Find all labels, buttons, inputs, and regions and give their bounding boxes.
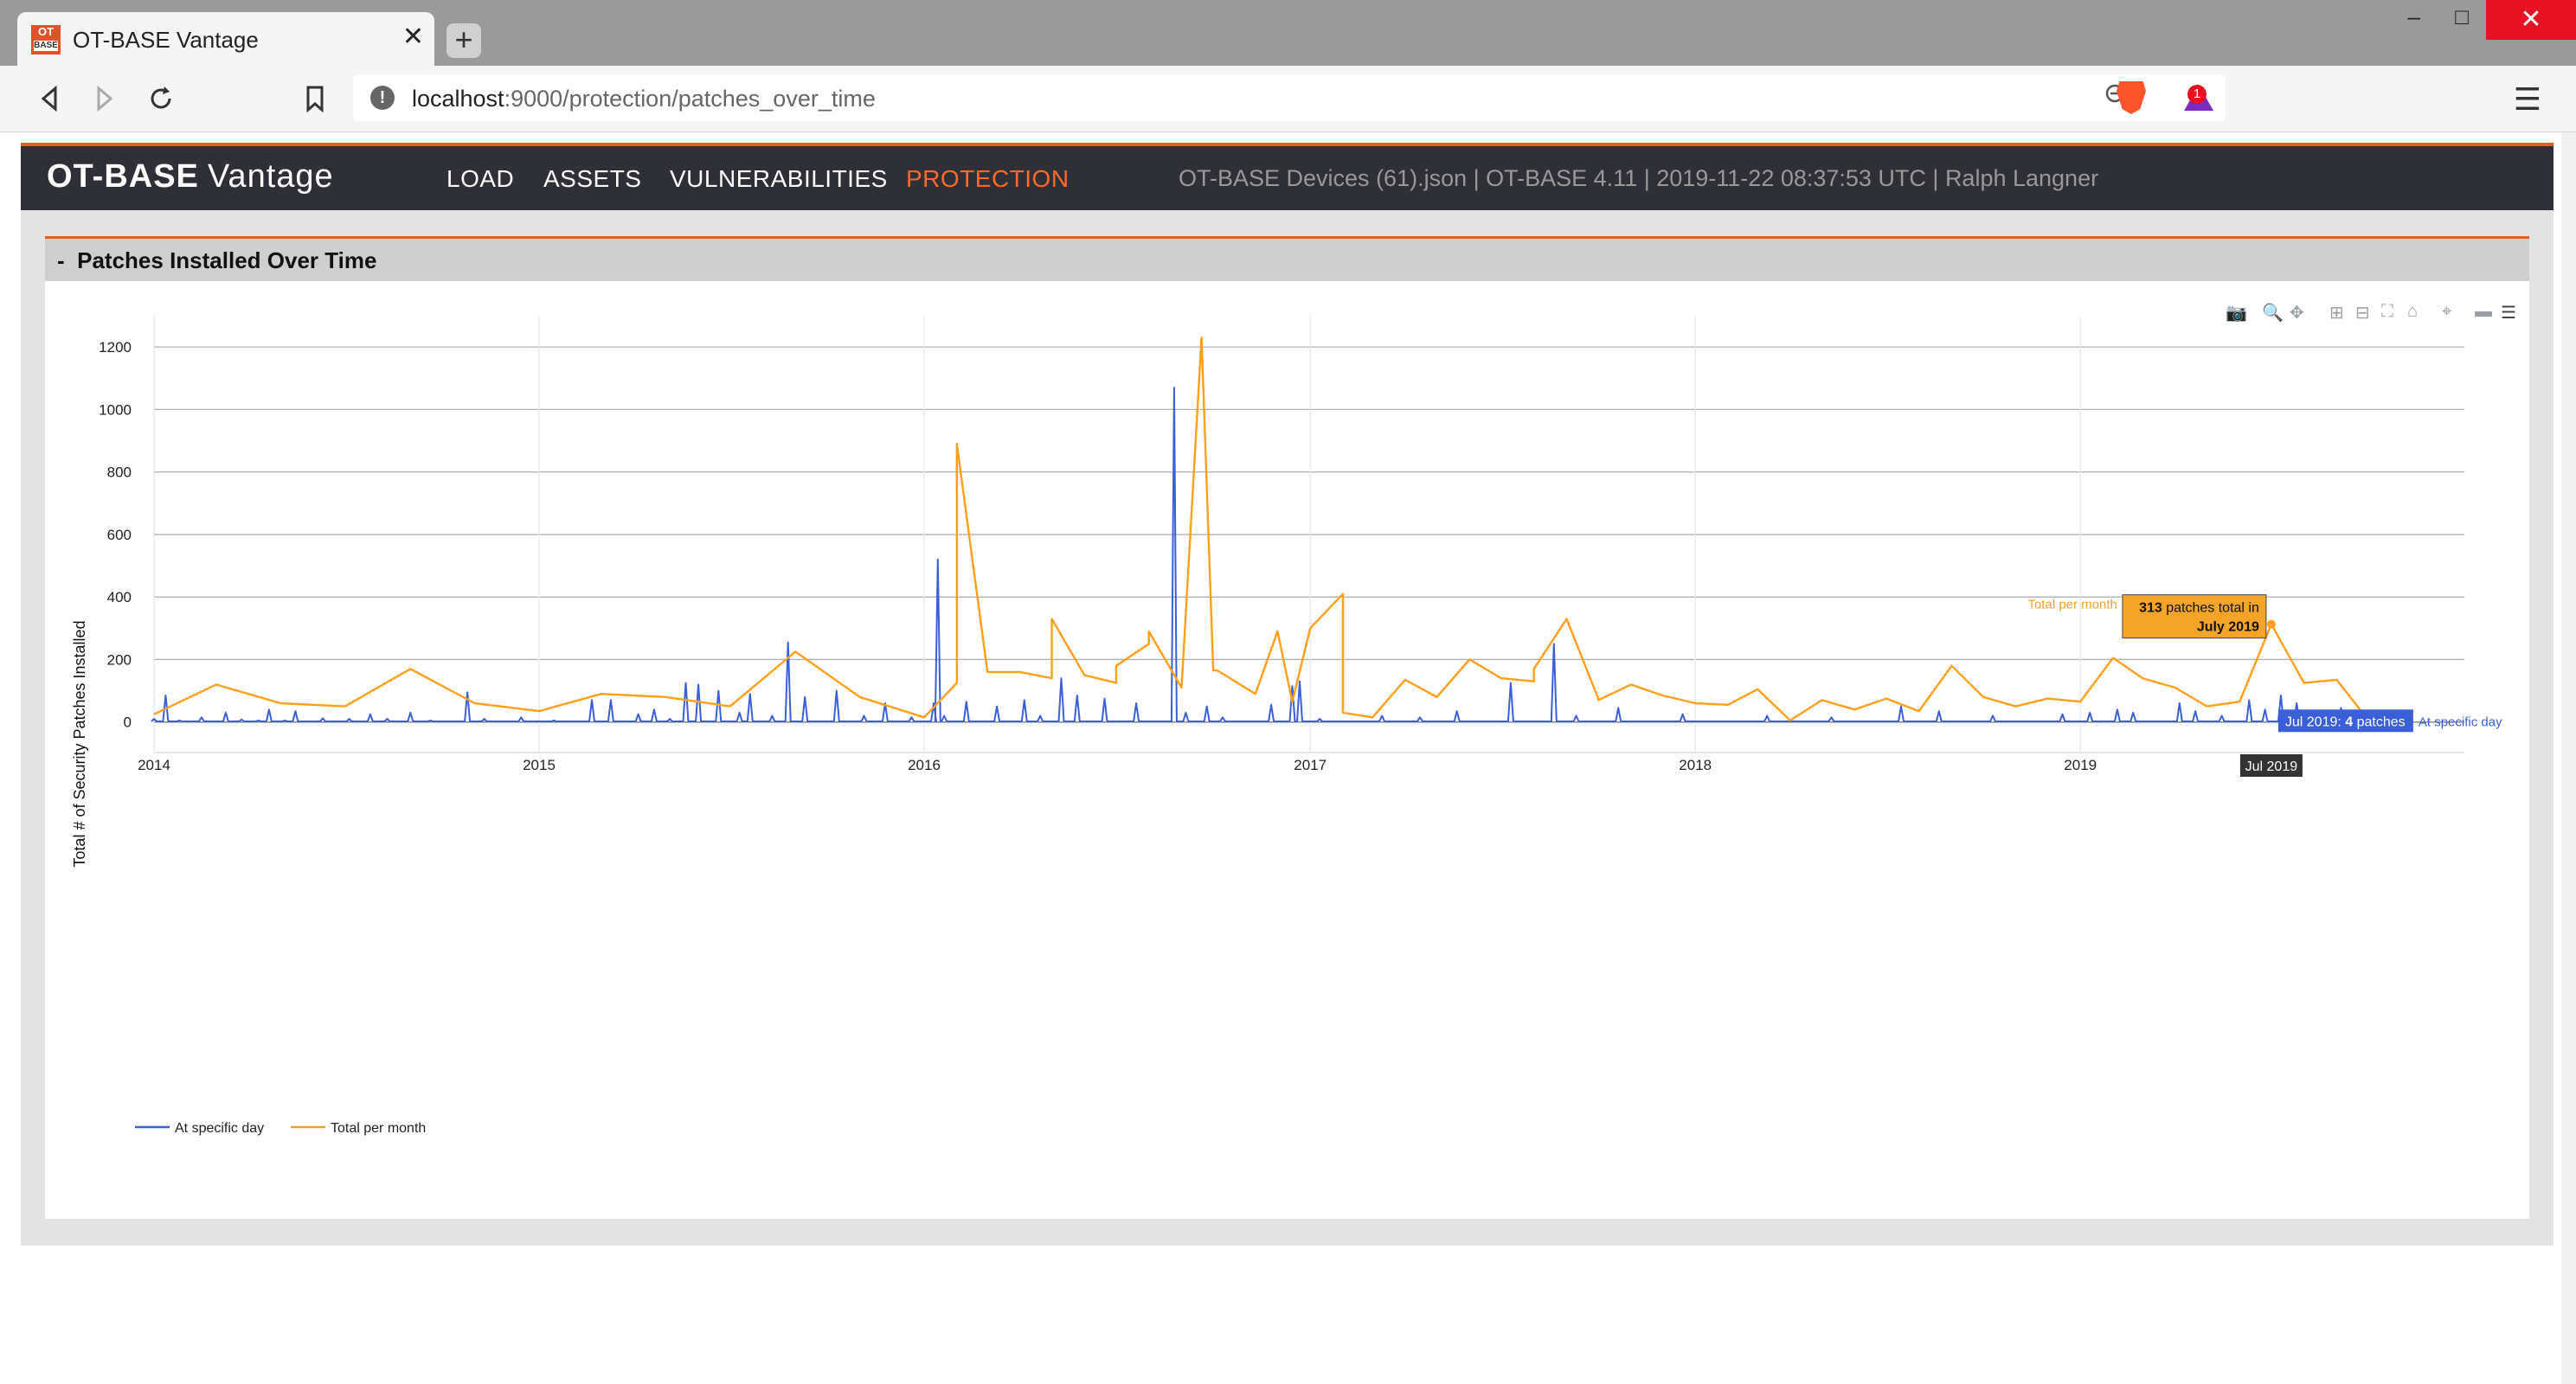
hover-blue-name: At specific day bbox=[2419, 714, 2502, 729]
bookmark-button[interactable] bbox=[298, 81, 332, 116]
window-maximize-button[interactable]: □ bbox=[2455, 3, 2469, 30]
y-tick-label: 400 bbox=[107, 589, 132, 606]
nav-load[interactable]: LOAD bbox=[446, 165, 514, 193]
address-bar[interactable]: ! localhost:9000/protection/patches_over… bbox=[353, 74, 2226, 121]
forward-icon bbox=[97, 85, 113, 112]
hover-blue-text: Jul 2019: 4 patches bbox=[2285, 714, 2406, 729]
app-favicon-icon: OT BASE bbox=[31, 25, 61, 54]
hover-orange-line1: 313 patches total in bbox=[2139, 601, 2259, 616]
dataset-info: OT-BASE Devices (61).json | OT-BASE 4.11… bbox=[1179, 165, 2099, 191]
tab-title: OT-BASE Vantage bbox=[73, 27, 259, 53]
browser-tab[interactable]: OT BASE OT-BASE Vantage ✕ bbox=[17, 12, 434, 66]
patches-chart[interactable]: 020040060080010001200 2014 2015 2016 2017 20… bbox=[45, 281, 2529, 1207]
legend-item-label: Total per month bbox=[331, 1121, 426, 1136]
y-tick-label: 800 bbox=[107, 465, 132, 481]
y-tick-label: 1000 bbox=[99, 401, 132, 418]
panel-title: - Patches Installed Over Time bbox=[57, 247, 377, 273]
y-axis-label: Total # of Security Patches Installed bbox=[71, 620, 88, 867]
hover-point-orange bbox=[2266, 619, 2276, 629]
url-text[interactable]: localhost:9000/protection/patches_over_t… bbox=[412, 86, 876, 112]
y-tick-label: 1200 bbox=[99, 339, 132, 356]
chart-panel: - Patches Installed Over Time 📷 🔍 ✥ ⊞ ⊟ … bbox=[45, 236, 2529, 1219]
app-container: OT-BASE Vantage LOAD ASSETS VULNERABILITI… bbox=[21, 143, 2554, 1246]
new-tab-button[interactable]: + bbox=[446, 23, 481, 58]
nav-assets[interactable]: ASSETS bbox=[543, 165, 641, 193]
rewards-badge: 1 bbox=[2187, 85, 2207, 104]
hover-orange-name: Total per month bbox=[2027, 598, 2117, 612]
reload-icon bbox=[151, 86, 171, 109]
y-tick-label: 600 bbox=[107, 527, 132, 543]
legend-item-label: At specific day bbox=[175, 1121, 264, 1136]
y-tick-label: 0 bbox=[124, 714, 132, 731]
forward-button[interactable] bbox=[87, 81, 121, 116]
reload-button[interactable] bbox=[144, 81, 178, 116]
panel-header[interactable]: - Patches Installed Over Time bbox=[45, 236, 2529, 281]
chart-hover: 313 patches total in July 2019 Total per m… bbox=[2027, 594, 2502, 777]
x-tick-label: 2016 bbox=[908, 757, 941, 773]
bookmark-icon bbox=[306, 86, 324, 113]
chart-gridlines bbox=[153, 316, 2464, 753]
back-icon bbox=[41, 85, 57, 112]
x-tick-label: 2018 bbox=[1679, 757, 1712, 773]
brand-logo[interactable]: OT-BASE Vantage bbox=[47, 158, 334, 195]
series-line-at-specific-day bbox=[151, 387, 2372, 722]
chart-series bbox=[151, 336, 2372, 722]
y-axis-ticks: 0 200 400 600 800 1000 1200 bbox=[99, 339, 132, 731]
y-tick-label: 200 bbox=[107, 651, 132, 668]
nav-vulnerabilities[interactable]: VULNERABILITIES bbox=[670, 165, 888, 193]
window-minimize-button[interactable]: – bbox=[2408, 3, 2420, 30]
page-scrollbar[interactable] bbox=[2561, 132, 2576, 1384]
x-tick-label: 2014 bbox=[138, 757, 170, 773]
window-close-button[interactable]: ✕ bbox=[2486, 0, 2576, 40]
x-tick-label: 2019 bbox=[2064, 757, 2097, 773]
hover-orange-line2: July 2019 bbox=[2197, 620, 2259, 635]
collapse-toggle[interactable]: - bbox=[57, 247, 65, 273]
series-line-total-per-month bbox=[153, 336, 2370, 722]
x-tick-label: 2017 bbox=[1294, 757, 1327, 773]
browser-toolbar: ! localhost:9000/protection/patches_over… bbox=[0, 66, 2576, 132]
browser-tab-bar: OT BASE OT-BASE Vantage ✕ + – □ ✕ bbox=[0, 0, 2576, 66]
back-button[interactable] bbox=[33, 81, 67, 116]
x-tick-label: 2015 bbox=[523, 757, 556, 773]
hover-x-label: Jul 2019 bbox=[2245, 759, 2298, 774]
tab-close-icon[interactable]: ✕ bbox=[402, 22, 424, 52]
app-navbar: OT-BASE Vantage LOAD ASSETS VULNERABILITI… bbox=[21, 143, 2554, 210]
brave-rewards-icon[interactable]: 1 bbox=[2182, 83, 2215, 112]
site-info-icon[interactable]: ! bbox=[370, 86, 395, 110]
chart-legend: At specific day Total per month bbox=[135, 1121, 426, 1136]
browser-menu-icon[interactable]: ☰ bbox=[2514, 81, 2541, 118]
x-axis-ticks: 2014 2015 2016 2017 2018 2019 bbox=[138, 757, 2097, 773]
nav-protection[interactable]: PROTECTION bbox=[906, 165, 1070, 193]
page-viewport: OT-BASE Vantage LOAD ASSETS VULNERABILITI… bbox=[0, 132, 2561, 1384]
